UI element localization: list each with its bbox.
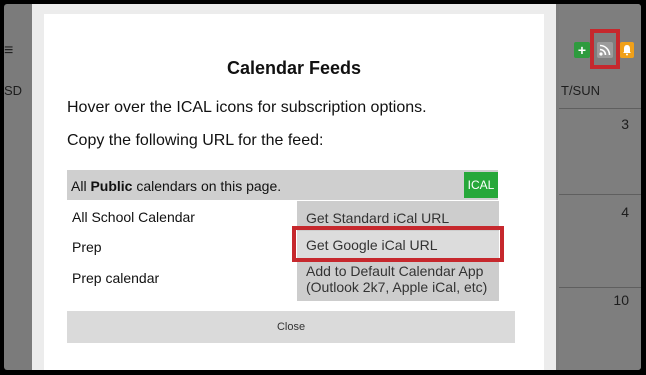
add-to-default-calendar-app[interactable]: Add to Default Calendar App (Outlook 2k7… [306,263,496,295]
calendar-item-prep: Prep [72,239,102,255]
close-button[interactable]: Close [67,311,515,343]
feed-suffix: calendars on this page. [132,178,282,194]
public-feed-bar: All Public calendars on this page. ICAL [67,170,498,200]
hover-instruction: Hover over the ICAL icons for subscripti… [67,99,427,116]
day-number: 3 [621,116,629,132]
rss-highlight-box [590,29,620,69]
ical-button[interactable]: ICAL [464,172,498,198]
divider [559,287,641,288]
google-ical-highlight-box [292,226,504,262]
divider [559,108,641,109]
modal-title: Calendar Feeds [226,58,362,78]
feed-bold: Public [90,178,133,194]
day-header: T/SUN [561,83,600,98]
feed-description: All Public calendars on this page. [71,178,281,194]
plus-icon[interactable]: + [574,42,590,58]
get-standard-ical-url[interactable]: Get Standard iCal URL [306,210,449,226]
copy-instruction: Copy the following URL for the feed: [67,132,324,149]
calendar-feeds-modal: Calendar Feeds Hover over the ICAL icons… [32,4,556,370]
calendar-item-prep-calendar: Prep calendar [72,270,160,286]
feed-prefix: All [71,178,91,194]
calendar-item-all-school: All School Calendar [72,209,195,225]
menu-icon: ≡ [4,42,14,59]
bell-icon[interactable] [620,42,634,58]
day-number: 10 [613,292,629,308]
screen: ≡ SD T/SUN 3 4 10 + Calendar Feeds Hover… [4,4,641,370]
day-number: 4 [621,204,629,220]
background-header-fragment: SD [4,83,23,98]
divider [559,194,641,195]
modal-body: Calendar Feeds Hover over the ICAL icons… [44,14,544,370]
